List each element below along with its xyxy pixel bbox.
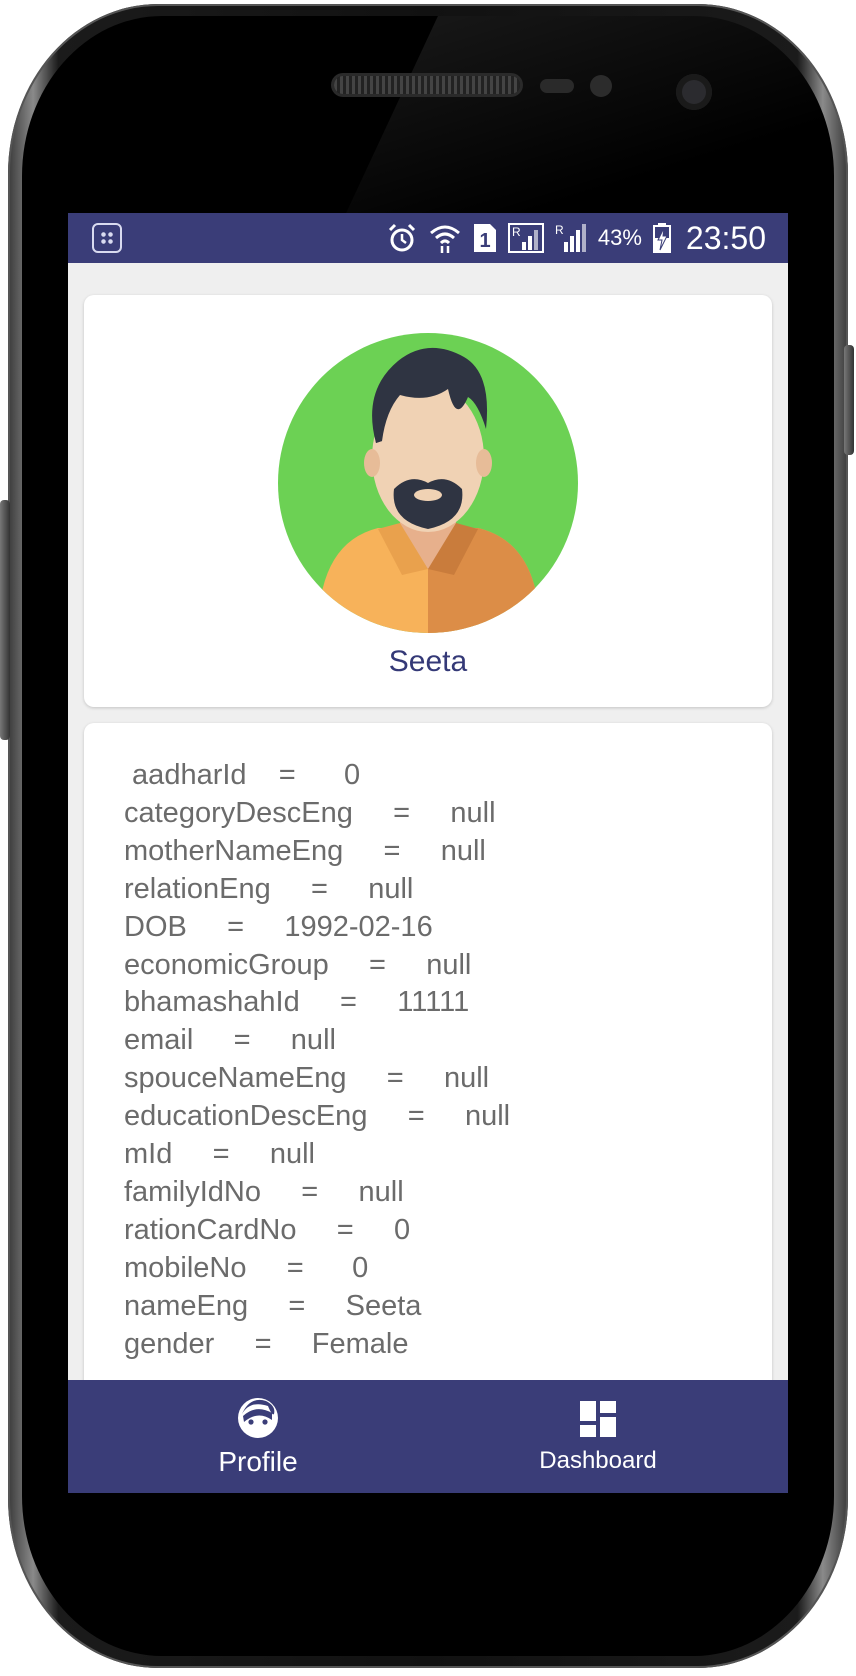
status-bar: 1 R R 43% 23:50 <box>68 213 788 263</box>
dashboard-icon <box>580 1400 616 1437</box>
battery-charging-icon <box>652 222 672 254</box>
detail-row-rationcardno: rationCardNo = 0 <box>124 1213 411 1246</box>
detail-row-aadharid: aadharId = 0 <box>124 759 361 791</box>
male-avatar-icon <box>278 333 578 633</box>
nav-dashboard-tab[interactable]: Dashboard <box>468 1380 728 1493</box>
face-icon <box>238 1397 278 1438</box>
detail-row-relationeng: relationEng = null <box>124 872 414 905</box>
signal-roaming-icon: R <box>507 222 544 254</box>
profile-card: Seeta <box>84 295 772 707</box>
detail-row-dob: DOB = 1992-02-16 <box>124 910 433 943</box>
alarm-icon <box>386 222 418 254</box>
detail-list: aadharId = 0 categoryDescEng = null moth… <box>124 757 510 1364</box>
battery-percent: 43% <box>597 225 642 250</box>
power-button <box>844 345 854 455</box>
detail-row-economicgroup: economicGroup = null <box>124 948 472 981</box>
detail-row-mothernameeng: motherNameEng = null <box>124 834 486 867</box>
nav-dashboard-label: Dashboard <box>539 1446 657 1474</box>
detail-row-familyidno: familyIdNo = null <box>124 1175 404 1208</box>
sim-1-icon: 1 <box>472 222 498 254</box>
nav-profile-label: Profile <box>218 1445 298 1477</box>
signal-roaming-icon: R <box>554 222 588 254</box>
detail-row-categorydesceng: categoryDescEng = null <box>124 796 496 829</box>
detail-row-bhamashahid: bhamashahId = 11111 <box>124 986 470 1019</box>
detail-row-spoucenameeng: spouceNameEng = null <box>124 1062 490 1095</box>
light-sensor <box>590 75 612 97</box>
details-card: aadharId = 0 categoryDescEng = null moth… <box>84 723 772 1493</box>
wifi-icon <box>428 222 462 254</box>
svg-text:R: R <box>512 225 521 239</box>
svg-text:1: 1 <box>479 230 490 252</box>
detail-row-mid: mId = null <box>124 1138 315 1171</box>
app-screen: 1 R R 43% 23:50 Seeta aadharId = 0 categ… <box>68 213 788 1493</box>
app-notification-icon <box>92 223 122 253</box>
status-icons: 1 R R 43% 23:50 <box>386 213 766 263</box>
profile-name: Seeta <box>388 645 468 678</box>
front-camera <box>676 74 712 110</box>
volume-button <box>0 500 10 740</box>
bottom-nav: Profile Dashboard <box>68 1380 788 1493</box>
detail-row-gender: gender = Female <box>124 1327 409 1360</box>
detail-row-mobileno: mobileNo = 0 <box>124 1251 369 1284</box>
detail-row-educationdesceng: educationDescEng = null <box>124 1100 511 1133</box>
proximity-sensor <box>540 79 574 93</box>
detail-row-email: email = null <box>124 1024 336 1057</box>
status-time: 23:50 <box>685 219 766 256</box>
earpiece-speaker <box>334 76 520 94</box>
nav-profile-tab[interactable]: Profile <box>128 1380 388 1493</box>
detail-row-nameeng: nameEng = Seeta <box>124 1289 422 1322</box>
svg-text:R: R <box>555 223 564 237</box>
